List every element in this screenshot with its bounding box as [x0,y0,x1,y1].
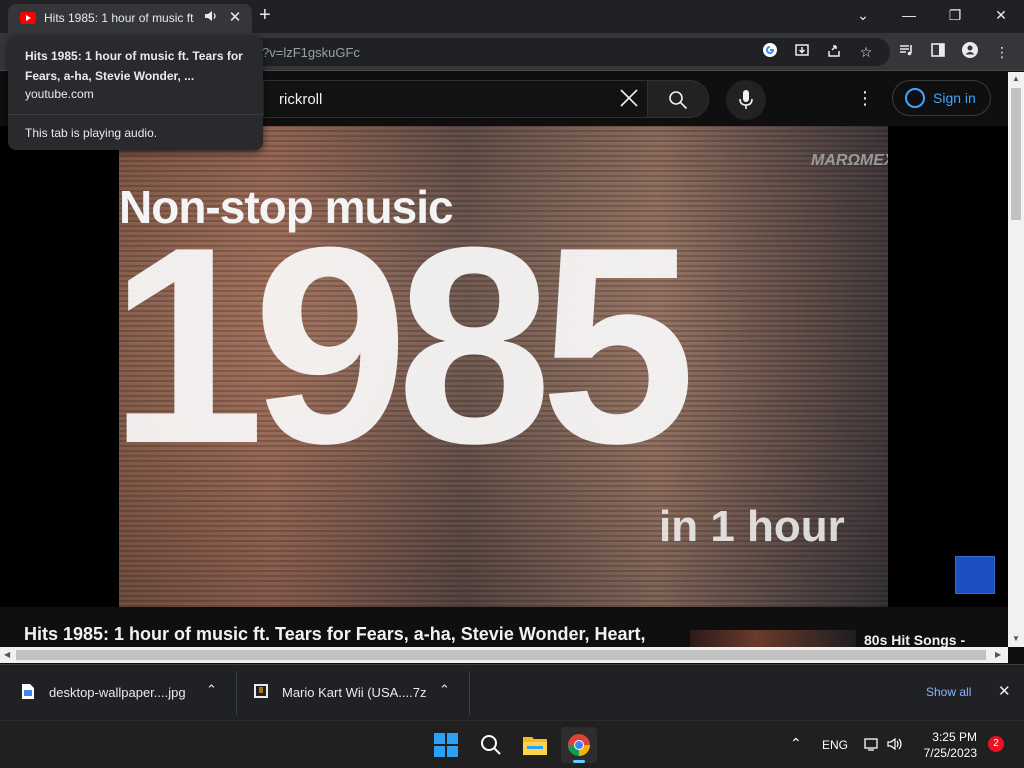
download-item[interactable]: desktop-wallpaper....jpg ⌃ [0,665,236,721]
search-icon[interactable] [473,727,509,763]
input-language[interactable]: ENG [822,738,848,752]
share-icon[interactable] [824,42,844,62]
channel-logo: MARΩMEX [811,152,888,169]
install-icon[interactable] [792,42,812,62]
scroll-left-icon[interactable]: ◀ [4,650,10,659]
notification-badge[interactable]: 2 [988,736,1004,752]
download-item[interactable]: Mario Kart Wii (USA....7z ⌃ [237,665,469,721]
menu-icon[interactable]: ⋮ [992,42,1012,62]
windows-start-icon[interactable] [428,727,464,763]
profile-icon[interactable] [960,42,980,62]
related-video-thumbnail[interactable] [690,630,856,647]
video-title: Hits 1985: 1 hour of music ft. Tears for… [24,624,646,644]
search-input[interactable]: rickroll [263,80,647,118]
show-hidden-icons-chevron-icon[interactable]: ⌃ [790,735,802,752]
video-overlay-year: 1985 [119,190,696,502]
download-filename: Mario Kart Wii (USA....7z [282,685,427,700]
search-icon [669,91,688,110]
scroll-down-icon[interactable]: ▼ [1012,634,1020,643]
more-options-button[interactable]: ⋮ [856,88,874,109]
new-tab-button[interactable]: + [259,4,271,27]
show-all-downloads-link[interactable]: Show all [926,685,971,699]
active-app-indicator [573,760,585,763]
horizontal-scroll-thumb[interactable] [16,650,986,660]
search-button[interactable] [647,80,709,118]
video-frame: Non-stop music 1985 in 1 hour MARΩMEX [119,126,888,607]
volume-icon[interactable] [204,10,218,25]
download-shelf: desktop-wallpaper....jpg ⌃ Mario Kart Wi… [0,664,1024,720]
download-filename: desktop-wallpaper....jpg [49,685,186,700]
image-file-icon [22,684,34,699]
hover-card-divider [8,114,263,115]
hover-card-domain: youtube.com [25,87,94,101]
channel-watermark[interactable] [955,556,995,594]
google-lens-icon[interactable] [760,42,780,62]
tab-search-button[interactable]: ⌄ [840,3,886,29]
side-panel-icon[interactable] [928,42,948,62]
clock-time[interactable]: 3:25 PM [925,730,977,744]
bookmark-star-icon[interactable]: ☆ [856,42,876,62]
chevron-up-icon[interactable]: ⌃ [439,682,450,698]
sign-in-label: Sign in [933,90,976,106]
voice-search-button[interactable] [726,80,766,120]
video-player[interactable]: Non-stop music 1985 in 1 hour MARΩMEX [0,126,1008,607]
hover-card-title: Hits 1985: 1 hour of music ft. Tears for… [25,49,243,83]
scroll-up-icon[interactable]: ▲ [1012,74,1020,83]
clear-search-icon[interactable] [618,87,640,115]
scroll-right-icon[interactable]: ▶ [995,650,1001,659]
vertical-scrollbar[interactable]: ▲ ▼ [1008,72,1024,647]
restore-button[interactable]: ❐ [932,3,978,29]
horizontal-scrollbar[interactable]: ◀ ▶ [0,647,1008,663]
account-icon [905,88,925,108]
search-query[interactable]: rickroll [279,91,322,108]
network-icon[interactable] [864,736,880,757]
volume-icon[interactable] [887,736,903,757]
media-controls-icon[interactable] [896,42,916,62]
vertical-scroll-thumb[interactable] [1011,88,1021,220]
sign-in-button[interactable]: Sign in [892,80,991,116]
close-shelf-button[interactable]: ✕ [998,682,1011,700]
related-video-title[interactable]: 80s Hit Songs - [864,632,965,647]
file-explorer-icon[interactable] [517,727,553,763]
youtube-favicon-icon [20,12,36,24]
tab-strip: Hits 1985: 1 hour of music ft. Tears for… [0,0,1024,33]
archive-file-icon [254,684,268,698]
download-divider [469,671,470,715]
clock-date[interactable]: 7/25/2023 [911,746,977,760]
chevron-up-icon[interactable]: ⌃ [206,682,217,698]
url-text[interactable]: ?v=lzF1gskuGFc [262,45,360,60]
video-overlay-subline: in 1 hour [659,502,845,551]
windows-taskbar: ⌃ ENG 3:25 PM 7/25/2023 2 [0,720,1024,768]
hover-card-audio-status: This tab is playing audio. [25,126,158,140]
tab-title: Hits 1985: 1 hour of music ft. Tears for… [44,11,194,25]
video-details: Hits 1985: 1 hour of music ft. Tears for… [0,607,1008,647]
tab-hover-card: Hits 1985: 1 hour of music ft. Tears for… [8,36,263,150]
chrome-icon[interactable] [561,727,597,763]
active-tab[interactable]: Hits 1985: 1 hour of music ft. Tears for… [8,4,252,33]
tab-close-button[interactable]: ✕ [226,8,244,26]
address-bar[interactable]: ?v=lzF1gskuGFc [200,38,890,66]
minimize-button[interactable]: — [886,3,932,29]
microphone-icon [739,90,753,109]
close-window-button[interactable]: ✕ [978,3,1024,29]
